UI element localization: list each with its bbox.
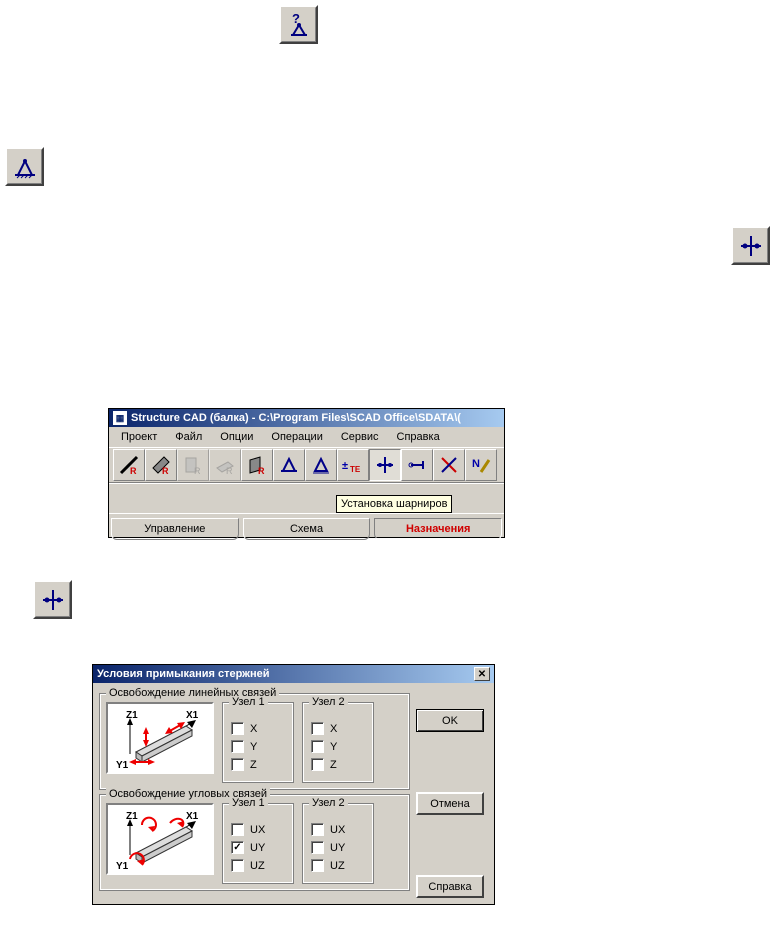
svg-text:Y1: Y1 <box>116 760 129 771</box>
toolbar: R R R R R ±TE N <box>109 447 504 483</box>
linear-releases-group: Освобождение линейных связей Z1 X1 Y1 <box>99 693 410 790</box>
menu-operations[interactable]: Операции <box>263 429 330 445</box>
linear-node2-group: Узел 2 X Y Z <box>302 702 374 783</box>
hinge-icon <box>737 232 765 260</box>
node1-label-ang: Узел 1 <box>229 797 268 809</box>
tool-hinge[interactable] <box>369 449 401 481</box>
hinge-icon <box>39 586 67 614</box>
linear-n1-x[interactable] <box>231 722 244 735</box>
linear-n2-z[interactable] <box>311 758 324 771</box>
tab-assign[interactable]: Назначения <box>374 518 502 540</box>
angular-n1-ux[interactable] <box>231 823 244 836</box>
menu-service[interactable]: Сервис <box>333 429 387 445</box>
tool-cross[interactable] <box>433 449 465 481</box>
angular-n1-uz[interactable] <box>231 859 244 872</box>
dialog-title: Условия примыкания стержней <box>97 668 270 680</box>
angular-n2-ux[interactable] <box>311 823 324 836</box>
linear-n1-z[interactable] <box>231 758 244 771</box>
node2-label: Узел 2 <box>309 696 348 708</box>
svg-text:TE: TE <box>350 465 361 474</box>
menu-file[interactable]: Файл <box>167 429 210 445</box>
question-support-icon: ? <box>285 11 313 39</box>
tool-n-pencil[interactable]: N <box>465 449 497 481</box>
tab-row: Управление Схема Назначения <box>109 513 504 537</box>
titlebar: ▦ Structure CAD (балка) - C:\Program Fil… <box>109 409 504 427</box>
dialog-titlebar: Условия примыкания стержней ✕ <box>93 665 494 683</box>
tool-solid-r[interactable]: R <box>241 449 273 481</box>
tooltip: Установка шарниров <box>336 495 452 513</box>
menu-options[interactable]: Опции <box>212 429 261 445</box>
ok-button[interactable]: OK <box>416 709 484 732</box>
menu-project[interactable]: Проект <box>113 429 165 445</box>
svg-text:Y1: Y1 <box>116 861 129 872</box>
angular-n2-uy[interactable] <box>311 841 324 854</box>
linear-n1-y[interactable] <box>231 740 244 753</box>
angular-n2-uz[interactable] <box>311 859 324 872</box>
angular-diagram: Z1 X1 Y1 <box>106 803 214 875</box>
app-icon: ▦ <box>113 411 127 425</box>
question-support-icon-button[interactable]: ? <box>279 5 318 44</box>
hinge-icon-button-2[interactable] <box>33 580 72 619</box>
angular-n1-uy[interactable] <box>231 841 244 854</box>
node2-label-ang: Узел 2 <box>309 797 348 809</box>
angular-releases-group: Освобождение угловых связей Z1 X1 Y1 <box>99 794 410 891</box>
hinge-conditions-dialog: Условия примыкания стержней ✕ Освобожден… <box>92 664 495 905</box>
svg-text:Z1: Z1 <box>126 710 138 721</box>
svg-text:R: R <box>226 466 233 476</box>
tool-support[interactable] <box>273 449 305 481</box>
svg-text:R: R <box>194 466 201 476</box>
cancel-button[interactable]: Отмена <box>416 792 484 815</box>
close-button[interactable]: ✕ <box>474 667 490 681</box>
main-window: ▦ Structure CAD (балка) - C:\Program Fil… <box>108 408 505 538</box>
menu-help[interactable]: Справка <box>389 429 448 445</box>
svg-text:N: N <box>472 458 480 470</box>
tool-support-2[interactable] <box>305 449 337 481</box>
svg-text:Z1: Z1 <box>126 811 138 822</box>
svg-text:X1: X1 <box>186 710 199 721</box>
angular-node2-group: Узел 2 UX UY UZ <box>302 803 374 884</box>
linear-diagram: Z1 X1 Y1 <box>106 702 214 774</box>
support-icon-button[interactable] <box>5 147 44 186</box>
angular-node1-group: Узел 1 UX UY UZ <box>222 803 294 884</box>
tool-te[interactable]: ±TE <box>337 449 369 481</box>
linear-node1-group: Узел 1 X Y Z <box>222 702 294 783</box>
tool-bar-r1[interactable]: R <box>113 449 145 481</box>
svg-text:R: R <box>258 466 265 476</box>
svg-text:R: R <box>162 466 169 476</box>
support-icon <box>11 153 39 181</box>
tool-release[interactable] <box>401 449 433 481</box>
svg-text:R: R <box>130 466 137 476</box>
help-button[interactable]: Справка <box>416 875 484 898</box>
tab-scheme[interactable]: Схема <box>243 518 371 540</box>
svg-text:X1: X1 <box>186 811 199 822</box>
svg-text:±: ± <box>342 460 348 472</box>
menubar: Проект Файл Опции Операции Сервис Справк… <box>109 427 504 447</box>
linear-n2-y[interactable] <box>311 740 324 753</box>
window-title: Structure CAD (балка) - C:\Program Files… <box>131 412 461 424</box>
linear-n2-x[interactable] <box>311 722 324 735</box>
hinge-icon-button[interactable] <box>731 226 770 265</box>
node1-label: Узел 1 <box>229 696 268 708</box>
tab-manage[interactable]: Управление <box>111 518 239 540</box>
tool-slab-r[interactable]: R <box>209 449 241 481</box>
tool-block-r[interactable]: R <box>177 449 209 481</box>
tool-plate-r[interactable]: R <box>145 449 177 481</box>
